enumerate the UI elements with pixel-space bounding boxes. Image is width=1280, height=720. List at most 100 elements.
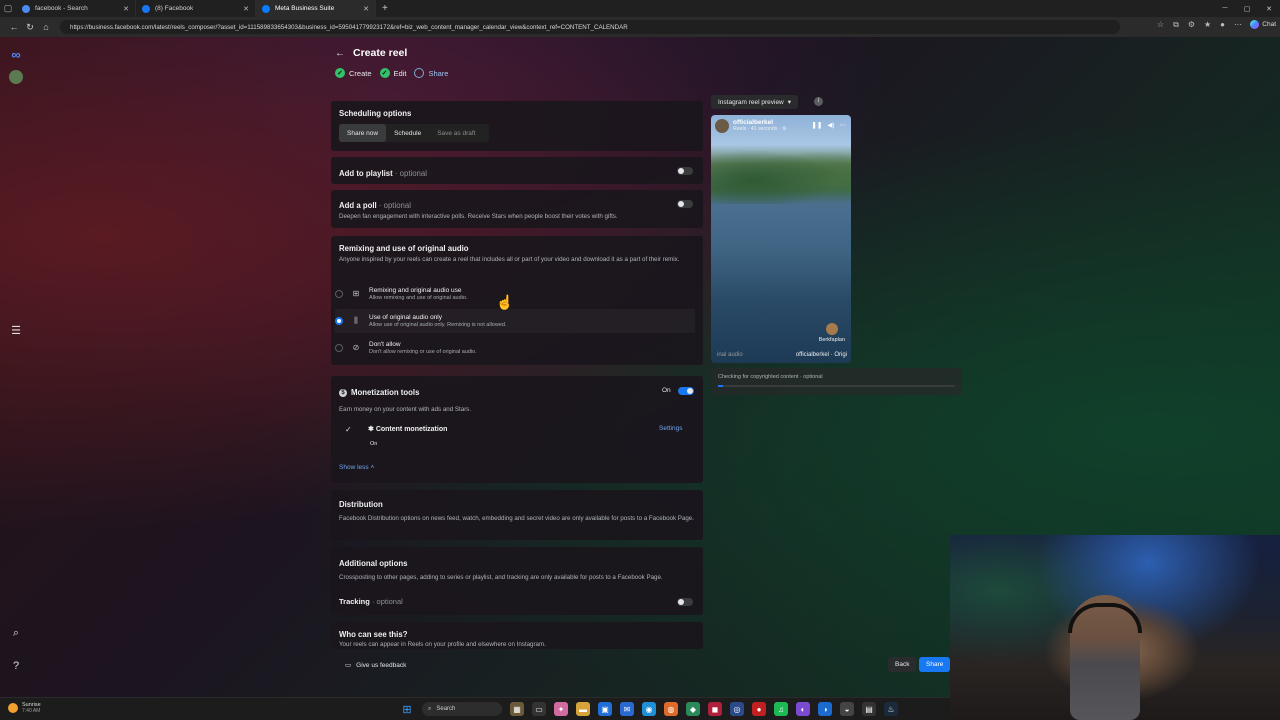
remix-option-all[interactable]: ⊞ Remixing and original audio use Allow … [335,282,695,306]
volume-icon[interactable]: ◀) [827,121,834,129]
schedule-button[interactable]: Schedule [386,124,429,142]
reload-icon[interactable]: ↻ [22,22,38,33]
optional-label: · optional [371,597,403,606]
new-tab-icon[interactable]: + [382,3,388,14]
copilot-chat-button[interactable]: Chat [1250,20,1276,29]
feedback-link[interactable]: ▭ Give us feedback [345,661,406,670]
step-share[interactable]: Share [414,68,448,78]
more-options-icon[interactable]: ⋯ [840,121,847,129]
close-window-icon[interactable]: ✕ [1258,0,1280,17]
taskbar-search[interactable]: ⌕ Search [422,702,502,716]
option-title: Don't allow [369,341,401,348]
app-icon[interactable]: ▤ [862,702,876,716]
page-title: Create reel [353,47,408,59]
app-icon[interactable]: ◑ [818,702,832,716]
tracking-toggle[interactable] [677,598,693,606]
additional-options-card: Additional options Crossposting to other… [331,547,703,615]
step-edit[interactable]: ✓ Edit [379,68,407,78]
profile-icon[interactable]: ● [1220,20,1225,30]
playlist-toggle[interactable] [677,167,693,175]
app-icon[interactable]: ◎ [730,702,744,716]
home-icon[interactable]: ⌂ [38,22,54,32]
task-view-icon[interactable]: ▭ [532,702,546,716]
browser-tab-2[interactable]: (8) Facebook ✕ [136,0,256,17]
content-monetization-state: On [370,441,378,447]
tab-actions-icon[interactable]: ▢ [0,0,16,17]
store-icon[interactable]: ▣ [598,702,612,716]
weather-widget[interactable]: Sunrise 7:40 AM [8,702,41,714]
step-label: Edit [393,68,407,78]
poll-label: Add a poll [339,201,377,210]
meta-favicon-icon [262,4,270,13]
search-icon[interactable]: ⌕ [13,627,19,640]
step-create[interactable]: ✓ Create [335,68,372,78]
save-as-draft-button[interactable]: Save as draft [429,124,483,142]
back-button[interactable]: Back [888,657,917,672]
monetization-toggle[interactable] [678,387,694,395]
app-icon[interactable]: ● [752,702,766,716]
content-monetization-label: Content monetization [375,426,448,433]
show-less-link[interactable]: Show less ˄ [339,464,374,471]
close-tab-icon[interactable]: ✕ [363,5,369,13]
audio-label-right: officialberkel · Origi [795,352,847,358]
back-icon[interactable]: ← [6,22,22,32]
spotify-icon[interactable]: ♫ [774,702,788,716]
close-tab-icon[interactable]: ✕ [123,5,129,13]
steam-icon[interactable]: ♨ [884,702,898,716]
poll-toggle[interactable] [677,200,693,208]
option-description: Don't allow remixing or use of original … [369,349,477,355]
chat-label: Chat [1262,21,1276,28]
share-button[interactable]: Share [919,657,951,672]
show-less-label: Show less [339,464,369,471]
browser-tab-3[interactable]: Meta Business Suite ✕ [256,0,376,17]
preview-meta: Reels · 41 seconds · ⚙ [733,126,787,132]
radio-button[interactable] [335,290,343,298]
favorites-icon[interactable]: ★ [1204,20,1211,30]
url-field[interactable]: https://business.facebook.com/latest/ree… [60,20,1120,34]
settings-icon[interactable]: ⚙ [1188,20,1195,30]
more-icon[interactable]: ⋯ [1234,20,1242,30]
pause-icon[interactable]: ❚❚ [811,121,822,129]
back-arrow-icon[interactable]: ← [335,48,349,59]
monetization-settings-link[interactable]: Settings [659,425,683,432]
app-icon[interactable]: ◐ [796,702,810,716]
file-explorer-icon[interactable]: ▬ [576,702,590,716]
composer-footer: ▭ Give us feedback Back Share [331,655,951,675]
radio-button[interactable] [335,344,343,352]
chevron-up-icon: ˄ [370,464,375,471]
audio-row: inal audio officialberkel · Origi [717,352,847,358]
extensions-icon[interactable]: ⧉ [1173,20,1179,30]
close-tab-icon[interactable]: ✕ [243,5,249,13]
copilot-icon[interactable]: ✦ [554,702,568,716]
remix-option-dont-allow[interactable]: ⊘ Don't allow Don't allow remixing or us… [335,336,695,360]
content-monetization-check-icon[interactable]: ✓ [345,425,353,434]
widgets-icon[interactable]: ▦ [510,702,524,716]
edge-icon[interactable]: ◉ [642,702,656,716]
mail-icon[interactable]: ✉ [620,702,634,716]
reel-preview-video[interactable]: officialberkel Reels · 41 seconds · ⚙ ❚❚… [711,115,851,363]
help-icon[interactable]: ? [13,660,19,672]
playlist-title: Add to playlist · optional [339,169,695,178]
meta-logo-icon[interactable]: ∞ [11,47,20,62]
info-icon[interactable]: i [814,97,823,106]
menu-icon[interactable]: ☰ [11,324,21,337]
tab-title: Meta Business Suite [275,5,335,12]
preview-selector[interactable]: Instagram reel preview ▾ [711,95,799,109]
maximize-icon[interactable]: ▢ [1236,0,1258,17]
app-icon[interactable]: ◆ [686,702,700,716]
app-icon[interactable]: ◒ [840,702,854,716]
tagged-user: Berkfaplan [819,323,845,343]
windows-start-icon[interactable]: ⊞ [400,702,414,716]
account-avatar[interactable] [9,70,23,84]
favorite-star-icon[interactable]: ☆ [1157,20,1164,30]
monetization-description: Earn money on your content with ads and … [339,406,472,413]
step-label: Create [349,68,372,78]
browser-tab-1[interactable]: facebook - Search ✕ [16,0,136,17]
check-icon: ✓ [379,68,390,78]
remix-option-audio-only[interactable]: ⫼ Use of original audio only Allow use o… [335,309,695,333]
radio-button-selected[interactable] [335,317,343,325]
app-icon[interactable]: ◼ [708,702,722,716]
share-now-button[interactable]: Share now [339,124,387,142]
firefox-icon[interactable]: ◍ [664,702,678,716]
minimize-icon[interactable]: ─ [1214,0,1236,17]
